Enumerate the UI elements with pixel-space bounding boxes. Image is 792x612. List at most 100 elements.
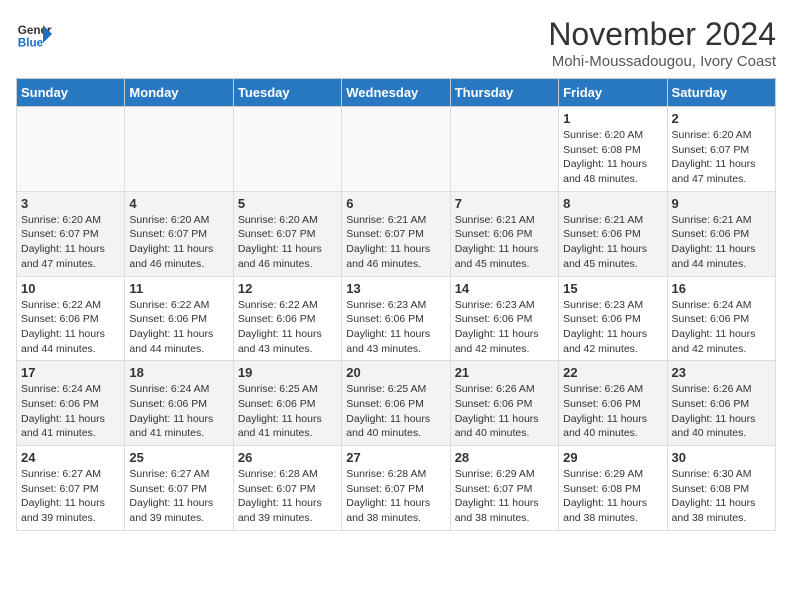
day-number: 25 [129,450,228,465]
weekday-header: Tuesday [233,79,341,107]
svg-text:Blue: Blue [18,37,44,50]
day-number: 2 [672,111,771,126]
day-info: Sunrise: 6:20 AM Sunset: 6:07 PM Dayligh… [129,213,228,272]
day-number: 15 [563,281,662,296]
day-number: 20 [346,365,445,380]
calendar-cell: 27Sunrise: 6:28 AM Sunset: 6:07 PM Dayli… [342,446,450,531]
day-info: Sunrise: 6:30 AM Sunset: 6:08 PM Dayligh… [672,467,771,526]
day-info: Sunrise: 6:28 AM Sunset: 6:07 PM Dayligh… [238,467,337,526]
calendar-cell: 23Sunrise: 6:26 AM Sunset: 6:06 PM Dayli… [667,361,775,446]
day-info: Sunrise: 6:21 AM Sunset: 6:07 PM Dayligh… [346,213,445,272]
calendar-cell: 19 Sunrise: 6:25 AM Sunset: 6:06 PM Dayli… [233,361,341,446]
calendar-cell: 30 Sunrise: 6:30 AM Sunset: 6:08 PM Dayli… [667,446,775,531]
calendar-week-row: 17Sunrise: 6:24 AM Sunset: 6:06 PM Dayli… [17,361,776,446]
calendar-cell: 1 Sunrise: 6:20 AM Sunset: 6:08 PM Daylig… [559,107,667,192]
day-info: Sunrise: 6:29 AM Sunset: 6:07 PM Dayligh… [455,467,554,526]
day-number: 12 [238,281,337,296]
day-number: 8 [563,196,662,211]
day-number: 19 [238,365,337,380]
calendar-cell [233,107,341,192]
calendar-cell: 26Sunrise: 6:28 AM Sunset: 6:07 PM Dayli… [233,446,341,531]
calendar-week-row: 10 Sunrise: 6:22 AM Sunset: 6:06 PM Dayli… [17,276,776,361]
day-number: 13 [346,281,445,296]
day-info: Sunrise: 6:23 AM Sunset: 6:06 PM Dayligh… [455,298,554,357]
day-info: Sunrise: 6:20 AM Sunset: 6:08 PM Dayligh… [563,128,662,187]
calendar-cell: 5Sunrise: 6:20 AM Sunset: 6:07 PM Daylig… [233,191,341,276]
day-number: 1 [563,111,662,126]
calendar-cell: 9 Sunrise: 6:21 AM Sunset: 6:06 PM Daylig… [667,191,775,276]
location: Mohi-Moussadougou, Ivory Coast [548,53,776,70]
calendar-cell: 13 Sunrise: 6:23 AM Sunset: 6:06 PM Dayli… [342,276,450,361]
calendar-cell [17,107,125,192]
calendar-cell: 6 Sunrise: 6:21 AM Sunset: 6:07 PM Daylig… [342,191,450,276]
day-number: 6 [346,196,445,211]
calendar-cell: 11Sunrise: 6:22 AM Sunset: 6:06 PM Dayli… [125,276,233,361]
calendar-cell: 12 Sunrise: 6:22 AM Sunset: 6:06 PM Dayli… [233,276,341,361]
calendar-cell: 15 Sunrise: 6:23 AM Sunset: 6:06 PM Dayli… [559,276,667,361]
day-number: 16 [672,281,771,296]
day-info: Sunrise: 6:23 AM Sunset: 6:06 PM Dayligh… [563,298,662,357]
day-number: 24 [21,450,120,465]
calendar-cell: 24Sunrise: 6:27 AM Sunset: 6:07 PM Dayli… [17,446,125,531]
day-number: 29 [563,450,662,465]
day-number: 10 [21,281,120,296]
calendar-cell [125,107,233,192]
weekday-header: Friday [559,79,667,107]
calendar-cell: 14Sunrise: 6:23 AM Sunset: 6:06 PM Dayli… [450,276,558,361]
calendar-cell: 10 Sunrise: 6:22 AM Sunset: 6:06 PM Dayli… [17,276,125,361]
weekday-header: Thursday [450,79,558,107]
calendar-week-row: 1 Sunrise: 6:20 AM Sunset: 6:08 PM Daylig… [17,107,776,192]
logo-icon: General Blue [16,16,52,52]
calendar-table: SundayMondayTuesdayWednesdayThursdayFrid… [16,78,776,531]
day-number: 17 [21,365,120,380]
calendar-cell: 21 Sunrise: 6:26 AM Sunset: 6:06 PM Dayli… [450,361,558,446]
calendar-cell: 29 Sunrise: 6:29 AM Sunset: 6:08 PM Dayli… [559,446,667,531]
weekday-header: Monday [125,79,233,107]
calendar-cell [342,107,450,192]
calendar-cell: 16 Sunrise: 6:24 AM Sunset: 6:06 PM Dayli… [667,276,775,361]
day-info: Sunrise: 6:25 AM Sunset: 6:06 PM Dayligh… [238,382,337,441]
weekday-header: Wednesday [342,79,450,107]
day-info: Sunrise: 6:29 AM Sunset: 6:08 PM Dayligh… [563,467,662,526]
calendar-cell: 4 Sunrise: 6:20 AM Sunset: 6:07 PM Daylig… [125,191,233,276]
day-number: 30 [672,450,771,465]
calendar-cell: 8Sunrise: 6:21 AM Sunset: 6:06 PM Daylig… [559,191,667,276]
weekday-header: Saturday [667,79,775,107]
day-number: 27 [346,450,445,465]
day-info: Sunrise: 6:22 AM Sunset: 6:06 PM Dayligh… [21,298,120,357]
day-number: 5 [238,196,337,211]
month-title: November 2024 [548,16,776,53]
calendar-cell: 17Sunrise: 6:24 AM Sunset: 6:06 PM Dayli… [17,361,125,446]
calendar-cell [450,107,558,192]
day-info: Sunrise: 6:22 AM Sunset: 6:06 PM Dayligh… [238,298,337,357]
calendar-cell: 3Sunrise: 6:20 AM Sunset: 6:07 PM Daylig… [17,191,125,276]
day-number: 23 [672,365,771,380]
calendar-week-row: 24 Sunrise: 6:27 AM Sunset: 6:07 PM Dayli… [17,446,776,531]
calendar-week-row: 3Sunrise: 6:20 AM Sunset: 6:07 PM Daylig… [17,191,776,276]
day-info: Sunrise: 6:22 AM Sunset: 6:06 PM Dayligh… [129,298,228,357]
calendar-cell: 2Sunrise: 6:20 AM Sunset: 6:07 PM Daylig… [667,107,775,192]
day-number: 21 [455,365,554,380]
day-info: Sunrise: 6:24 AM Sunset: 6:06 PM Dayligh… [672,298,771,357]
calendar-cell: 7 Sunrise: 6:21 AM Sunset: 6:06 PM Daylig… [450,191,558,276]
logo: General Blue [16,16,52,52]
page-header: General Blue November 2024 Mohi-Moussado… [16,16,776,70]
day-info: Sunrise: 6:21 AM Sunset: 6:06 PM Dayligh… [455,213,554,272]
calendar-cell: 28 Sunrise: 6:29 AM Sunset: 6:07 PM Dayli… [450,446,558,531]
calendar-cell: 18Sunrise: 6:24 AM Sunset: 6:06 PM Dayli… [125,361,233,446]
day-number: 4 [129,196,228,211]
day-info: Sunrise: 6:27 AM Sunset: 6:07 PM Dayligh… [129,467,228,526]
calendar-cell: 25 Sunrise: 6:27 AM Sunset: 6:07 PM Dayli… [125,446,233,531]
day-info: Sunrise: 6:21 AM Sunset: 6:06 PM Dayligh… [672,213,771,272]
day-info: Sunrise: 6:20 AM Sunset: 6:07 PM Dayligh… [21,213,120,272]
day-info: Sunrise: 6:26 AM Sunset: 6:06 PM Dayligh… [455,382,554,441]
weekday-header: Sunday [17,79,125,107]
day-number: 9 [672,196,771,211]
title-block: November 2024 Mohi-Moussadougou, Ivory C… [548,16,776,70]
day-number: 28 [455,450,554,465]
calendar-header-row: SundayMondayTuesdayWednesdayThursdayFrid… [17,79,776,107]
day-number: 22 [563,365,662,380]
calendar-cell: 20Sunrise: 6:25 AM Sunset: 6:06 PM Dayli… [342,361,450,446]
day-info: Sunrise: 6:23 AM Sunset: 6:06 PM Dayligh… [346,298,445,357]
day-number: 7 [455,196,554,211]
